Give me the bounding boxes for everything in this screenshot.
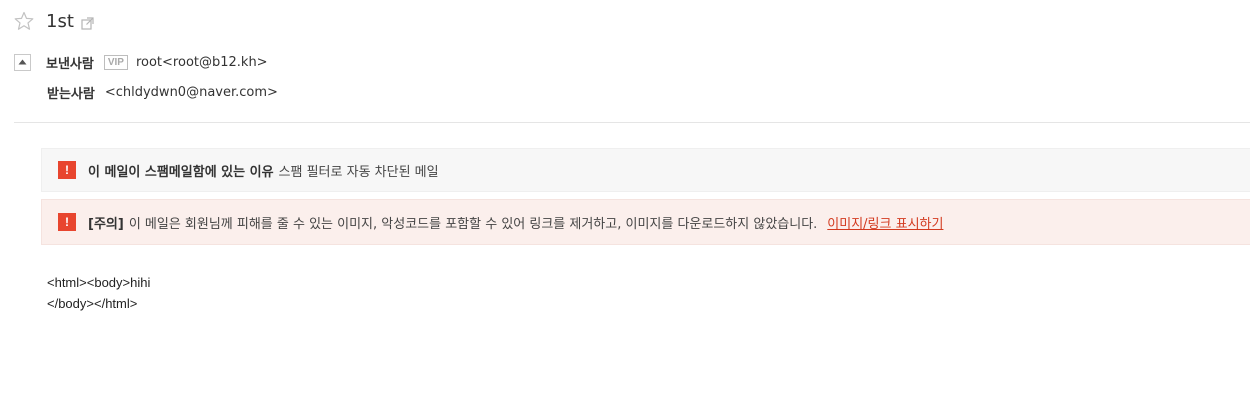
collapse-recipients-button[interactable] <box>14 53 31 71</box>
security-warning-notice: ! [주의] 이 메일은 회원님께 피해를 줄 수 있는 이미지, 악성코드를 … <box>41 199 1250 245</box>
alert-icon: ! <box>58 161 76 179</box>
vip-badge[interactable]: VIP <box>103 54 128 70</box>
sender-row: 보낸사람 VIP root<root@b12.kh> <box>14 52 268 72</box>
spam-notice-title: 이 메일이 스팸메일함에 있는 이유 <box>88 164 274 180</box>
mail-body-line: </body></html> <box>47 296 138 311</box>
subject-title: 1st <box>46 10 74 32</box>
header-divider <box>14 122 1250 123</box>
receiver-label: 받는사람 <box>47 86 95 102</box>
mail-body: <html><body>hihi </body></html> <box>47 272 150 314</box>
mail-view: 1st 보낸사람 VIP root<root@b12.kh> 받는사람 <chl… <box>0 0 1250 403</box>
mail-body-line: <html><body>hihi <box>47 275 151 290</box>
show-images-links-link[interactable]: 이미지/링크 표시하기 <box>827 213 943 232</box>
spam-notice: ! 이 메일이 스팸메일함에 있는 이유 스팸 필터로 자동 차단된 메일 <box>41 148 1250 192</box>
warning-label: [주의] <box>88 216 124 232</box>
spam-notice-text: 스팸 필터로 자동 차단된 메일 <box>278 164 439 180</box>
subject-row: 1st <box>14 8 94 34</box>
caret-up-icon <box>18 59 27 65</box>
receiver-row: 받는사람 <chldydwn0@naver.com> <box>47 82 278 102</box>
popout-icon[interactable] <box>81 15 94 30</box>
sender-address[interactable]: root<root@b12.kh> <box>136 55 268 70</box>
star-icon[interactable] <box>14 11 34 31</box>
sender-label: 보낸사람 <box>46 56 94 72</box>
alert-icon: ! <box>58 213 76 231</box>
receiver-address[interactable]: <chldydwn0@naver.com> <box>105 85 278 100</box>
warning-text: 이 메일은 회원님께 피해를 줄 수 있는 이미지, 악성코드를 포함할 수 있… <box>128 216 818 232</box>
